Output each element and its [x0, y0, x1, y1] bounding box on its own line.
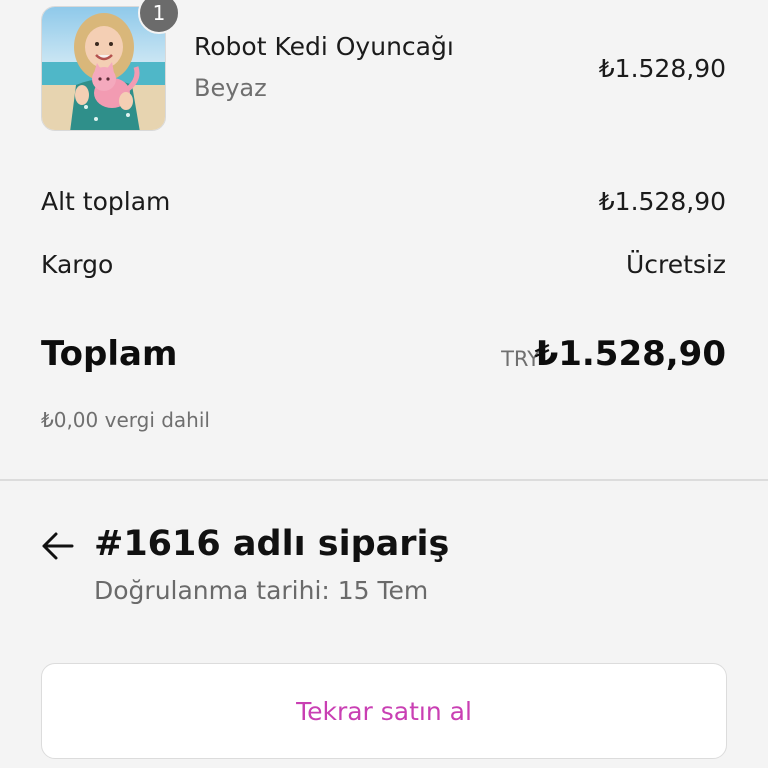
product-price: ₺1.528,90: [598, 54, 726, 83]
product-variant: Beyaz: [194, 74, 267, 102]
subtotal-label: Alt toplam: [41, 187, 171, 216]
tax-note: ₺0,00 vergi dahil: [41, 408, 210, 432]
order-status-page: 1 Robot Kedi Oyuncağı Beyaz ₺1.528,90 Al…: [0, 0, 768, 768]
total-label: Toplam: [41, 334, 178, 374]
order-title: #1616 adlı sipariş: [94, 524, 450, 564]
section-divider: [0, 479, 768, 481]
shipping-value: Ücretsiz: [625, 250, 726, 279]
subtotal-value: ₺1.528,90: [598, 187, 726, 216]
arrow-left-icon[interactable]: [40, 530, 76, 562]
total-value: ₺1.528,90: [534, 334, 726, 374]
quantity-badge: 1: [138, 0, 180, 34]
product-name: Robot Kedi Oyuncağı: [194, 32, 454, 61]
order-confirmed-date: Doğrulanma tarihi: 15 Tem: [94, 576, 429, 605]
shipping-label: Kargo: [41, 250, 114, 279]
buy-again-button[interactable]: Tekrar satın al: [41, 663, 727, 759]
